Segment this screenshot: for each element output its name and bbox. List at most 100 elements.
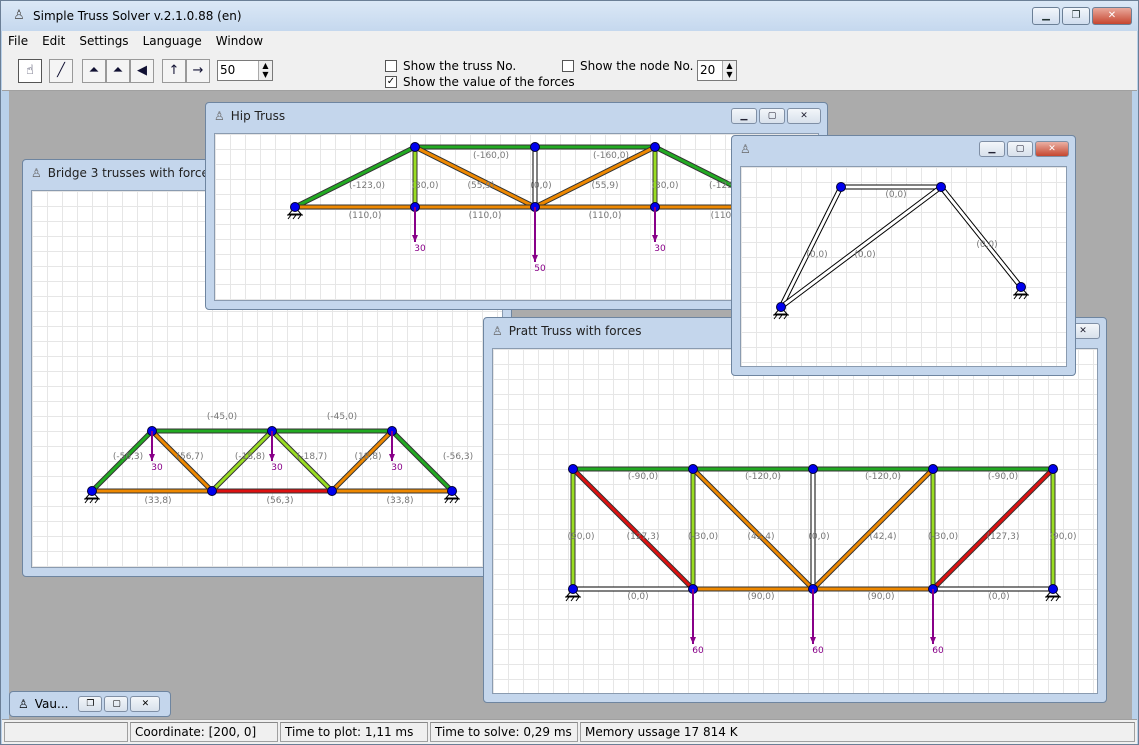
menu-file[interactable]: File xyxy=(8,34,28,48)
minimized-window[interactable]: ♙ Vau... ❐ ▢ ✕ xyxy=(9,691,171,717)
force-label: (-18,8) xyxy=(235,452,265,462)
truss-member xyxy=(571,467,695,591)
force-label: (0,0) xyxy=(808,532,829,542)
pin-support-icon[interactable]: ⏶ xyxy=(82,59,106,83)
spinner-arrows-icon[interactable]: ▲ ▼ xyxy=(258,61,272,80)
menu-settings[interactable]: Settings xyxy=(79,34,128,48)
app-title: Simple Truss Solver v.2.1.0.88 (en) xyxy=(33,9,242,23)
menu-window[interactable]: Window xyxy=(216,34,263,48)
mdi-workspace: ♙ Bridge 3 trusses with forces (-56,3) (-4… xyxy=(9,91,1132,719)
horizontal-force-icon[interactable]: → xyxy=(186,59,210,83)
hand-tool-icon[interactable]: ☝ xyxy=(18,59,42,83)
force-label: (0,0) xyxy=(627,592,648,602)
support-hatch xyxy=(444,498,460,504)
restore-button[interactable]: ❐ xyxy=(78,696,103,712)
truss-node xyxy=(928,464,938,474)
force-label: (90,0) xyxy=(1049,532,1076,542)
truss-member xyxy=(811,467,935,591)
force-label: (0,0) xyxy=(885,190,906,200)
side-support-icon[interactable]: ◀ xyxy=(130,59,154,83)
menu-edit[interactable]: Edit xyxy=(42,34,65,48)
force-label: (-120,0) xyxy=(865,472,901,482)
force-label: (-90,0) xyxy=(988,472,1018,482)
load-arrowhead xyxy=(652,235,658,242)
close-button[interactable]: ✕ xyxy=(1092,7,1132,25)
force-label: (-45,0) xyxy=(327,412,357,422)
bridge-window-title: Bridge 3 trusses with forces xyxy=(47,166,216,180)
force-label: (33,8) xyxy=(144,496,171,506)
show-truss-no-checkbox[interactable]: Show the truss No. xyxy=(385,59,516,73)
pratt-window-title: Pratt Truss with forces xyxy=(508,324,642,338)
truss-node xyxy=(530,142,540,152)
draw-member-icon[interactable]: ╱ xyxy=(49,59,73,83)
truss-node xyxy=(290,202,300,212)
truss-node xyxy=(808,464,818,474)
untitled-window[interactable]: ♙ ▁ ▢ ✕ (0,0) (0,0) (0,0) (0,0) xyxy=(731,135,1076,376)
window-icon: ♙ xyxy=(740,142,751,156)
truss-node xyxy=(1016,282,1026,292)
support-hatch xyxy=(1013,294,1029,300)
show-forces-checkbox[interactable]: ✓ Show the value of the forces xyxy=(385,75,575,89)
support-hatch xyxy=(287,214,303,220)
close-button[interactable]: ✕ xyxy=(1035,141,1069,157)
spinner-arrows-icon[interactable]: ▲ ▼ xyxy=(722,61,736,80)
untitled-canvas[interactable]: (0,0) (0,0) (0,0) (0,0) xyxy=(740,166,1067,367)
force-label: (110,0) xyxy=(589,211,622,221)
vertical-force-icon[interactable]: ↑ xyxy=(162,59,186,83)
status-solve-time: Time to solve: 0,29 ms xyxy=(430,722,578,742)
minimize-button[interactable]: ▁ xyxy=(1032,7,1060,25)
force-label: (0,0) xyxy=(530,181,551,191)
maximize-button[interactable]: ▢ xyxy=(1007,141,1033,157)
show-node-no-checkbox[interactable]: Show the node No. xyxy=(562,59,693,73)
pratt-canvas[interactable]: (-90,0) (-120,0) (-120,0) (-90,0) (90,0) (127… xyxy=(492,348,1098,694)
app-icon: ♙ xyxy=(13,8,25,23)
load-label: 50 xyxy=(534,264,546,274)
force-label: (-160,0) xyxy=(593,151,629,161)
untitled-diagram: (0,0) (0,0) (0,0) (0,0) xyxy=(773,182,1029,320)
status-coordinate: Coordinate: [200, 0] xyxy=(130,722,278,742)
title-bar[interactable]: ♙ Simple Truss Solver v.2.1.0.88 (en) ▁ … xyxy=(1,1,1138,31)
force-label: (55,9) xyxy=(467,181,494,191)
force-label: (90,0) xyxy=(867,592,894,602)
force-label: (42,4) xyxy=(869,532,896,542)
force-label: (-56,3) xyxy=(113,452,143,462)
close-button[interactable]: ✕ xyxy=(787,108,821,124)
load-label: 60 xyxy=(812,646,824,656)
truss-node xyxy=(776,302,786,312)
truss-node xyxy=(447,486,457,496)
load-label: 30 xyxy=(391,463,403,473)
truss-node xyxy=(568,464,578,474)
truss-member xyxy=(779,186,843,308)
minimize-button[interactable]: ▁ xyxy=(731,108,757,124)
truss-node xyxy=(836,182,846,192)
load-arrowhead xyxy=(930,637,936,644)
checkbox-box[interactable] xyxy=(385,60,397,72)
load-label: 30 xyxy=(271,463,283,473)
font-size-spinner[interactable]: 20 ▲ ▼ xyxy=(697,60,737,81)
roller-support-icon[interactable]: ⏶ xyxy=(106,59,130,83)
load-arrowhead xyxy=(810,637,816,644)
checkbox-box[interactable] xyxy=(562,60,574,72)
force-label: (33,8) xyxy=(386,496,413,506)
toolbar: ☝ ╱ ⏶ ⏶ ◀ ↑ → 50 ▲ ▼ Show the truss No. ✓ S… xyxy=(2,51,1137,91)
maximize-button[interactable]: ▢ xyxy=(104,696,129,712)
minimize-button[interactable]: ▁ xyxy=(979,141,1005,157)
force-label: (55,9) xyxy=(591,181,618,191)
maximize-button[interactable]: ▢ xyxy=(759,108,785,124)
load-label: 30 xyxy=(654,244,666,254)
force-label: (110,0) xyxy=(469,211,502,221)
menu-language[interactable]: Language xyxy=(143,34,202,48)
force-label: (110,0) xyxy=(349,211,382,221)
hip-canvas[interactable]: (-123,0) (-160,0) (-160,0) (-123,0) (30,0) (5… xyxy=(214,133,819,301)
force-label: (-56,3) xyxy=(443,452,473,462)
restore-button[interactable]: ❐ xyxy=(1062,7,1090,25)
force-label: (0,0) xyxy=(806,250,827,260)
hip-window-title: Hip Truss xyxy=(230,109,286,123)
checkbox-checked-icon[interactable]: ✓ xyxy=(385,76,397,88)
force-value-spinner[interactable]: 50 ▲ ▼ xyxy=(217,60,273,81)
truss-member xyxy=(294,145,416,209)
load-arrowhead xyxy=(532,255,538,262)
close-button[interactable]: ✕ xyxy=(130,696,161,712)
truss-member xyxy=(780,185,942,309)
window-icon: ♙ xyxy=(31,166,42,180)
